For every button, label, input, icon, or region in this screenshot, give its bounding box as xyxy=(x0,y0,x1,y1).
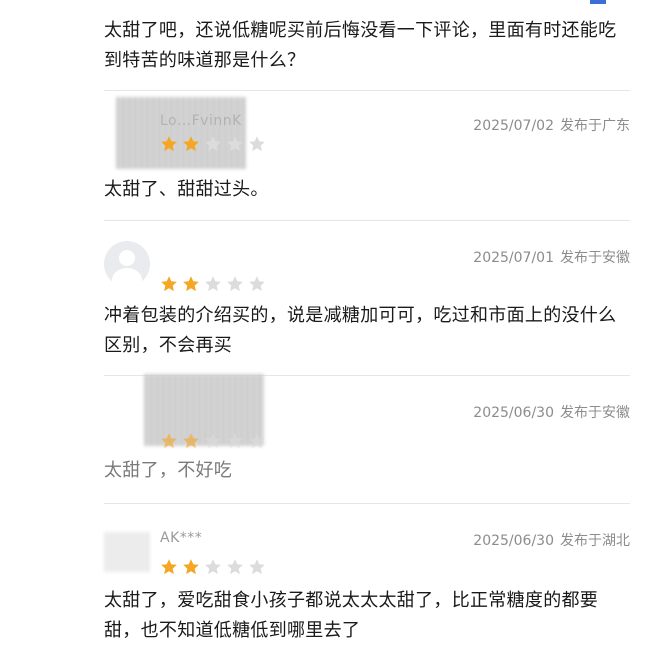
star-rating xyxy=(160,275,266,293)
star-empty-icon xyxy=(227,559,243,575)
review-location: 发布于广东 xyxy=(560,118,630,134)
review-date: 2025/07/02 xyxy=(473,118,554,134)
review-item: AK*** 2025/06/30 发布于湖北 太甜了，爱吃甜食小孩子都说太太太甜了… xyxy=(104,503,630,647)
blurred-avatar xyxy=(104,532,150,572)
star-empty-icon xyxy=(249,559,265,575)
star-filled-icon xyxy=(183,136,199,152)
review-item: 2025/07/01 发布于安徽 冲着包装的介绍买的，说是减糖加可可，吃过和市面上… xyxy=(104,220,630,376)
review-date: 2025/06/30 xyxy=(473,405,554,421)
review-location: 发布于安徽 xyxy=(560,250,630,266)
star-rating xyxy=(160,432,266,450)
review-date: 2025/06/30 xyxy=(473,533,554,549)
review-meta: 2025/07/02 发布于广东 xyxy=(473,115,630,135)
reviewer-nickname: Lo…FvinnK xyxy=(160,113,242,129)
review-location: 发布于安徽 xyxy=(560,405,630,421)
star-empty-icon xyxy=(249,136,265,152)
star-empty-icon xyxy=(205,276,221,292)
star-filled-icon xyxy=(183,276,199,292)
review-meta: 2025/07/01 发布于安徽 xyxy=(473,247,630,267)
review-item: 2025/06/30 发布于安徽 太甜了，不好吃 xyxy=(104,374,630,504)
review-text: 太甜了、甜甜过头。 xyxy=(104,179,269,200)
star-filled-icon xyxy=(161,276,177,292)
star-filled-icon xyxy=(161,559,177,575)
top-accent-bar xyxy=(590,0,606,4)
reviewer-nickname: AK*** xyxy=(160,530,203,546)
review-text: 冲着包装的介绍买的，说是减糖加可可，吃过和市面上的没什么区别，不会再买 xyxy=(104,305,617,356)
star-empty-icon xyxy=(227,276,243,292)
star-rating xyxy=(160,135,266,153)
review-meta: 2025/06/30 发布于安徽 xyxy=(473,402,630,422)
star-empty-icon xyxy=(227,136,243,152)
star-empty-icon xyxy=(205,559,221,575)
review-location: 发布于湖北 xyxy=(560,533,630,549)
star-filled-icon xyxy=(183,559,199,575)
review-item: Lo…FvinnK 2025/07/02 发布于广东 太甜了、甜甜过头。 xyxy=(104,90,630,221)
review-text: 太甜了吧，还说低糖呢买前后悔没看一下评论，里面有时还能吃到特苦的味道那是什么？ xyxy=(104,20,617,71)
review-meta: 2025/06/30 发布于湖北 xyxy=(473,530,630,550)
star-filled-icon xyxy=(161,433,177,449)
star-empty-icon xyxy=(205,136,221,152)
review-date: 2025/07/01 xyxy=(473,250,554,266)
review-text: 太甜了，爱吃甜食小孩子都说太太太甜了，比正常糖度的都要甜，也不知道低糖低到哪里去… xyxy=(104,590,599,641)
star-filled-icon xyxy=(161,136,177,152)
review-list-page: 太甜了吧，还说低糖呢买前后悔没看一下评论，里面有时还能吃到特苦的味道那是什么？ … xyxy=(0,0,650,646)
review-text: 太甜了，不好吃 xyxy=(104,460,233,481)
blurred-avatar xyxy=(116,97,246,169)
default-user-avatar-icon[interactable] xyxy=(104,241,150,287)
star-rating xyxy=(160,558,266,576)
star-empty-icon xyxy=(227,433,243,449)
star-empty-icon xyxy=(249,433,265,449)
star-empty-icon xyxy=(249,276,265,292)
star-empty-icon xyxy=(205,433,221,449)
star-filled-icon xyxy=(183,433,199,449)
